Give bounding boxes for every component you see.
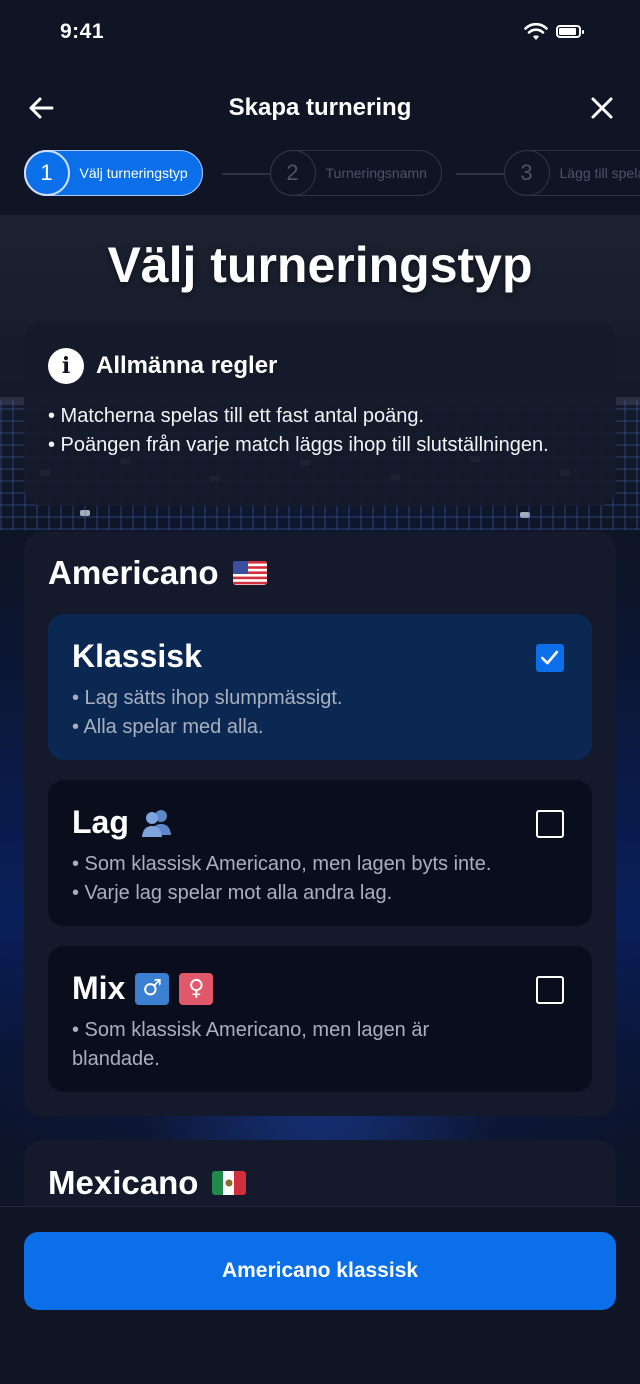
option-title: Lag	[72, 804, 129, 840]
option-title-row: Lag	[72, 804, 175, 841]
category-title: Mexicano	[48, 1164, 199, 1201]
americano-title-row: Americano	[48, 554, 267, 592]
option-desc-line: • Varje lag spelar mot alla andra lag.	[72, 882, 393, 904]
option-description: • Som klassisk Americano, men lagen byts…	[72, 850, 572, 908]
header: Skapa turnering	[0, 68, 640, 150]
mexicano-title-row: Mexicano	[48, 1164, 247, 1202]
mexico-flag-icon	[212, 1171, 247, 1195]
step-label: Välj turneringstyp	[79, 165, 188, 181]
option-description: • Lag sätts ihop slumpmässigt. • Alla sp…	[72, 684, 542, 742]
option-desc-line: • Som klassisk Americano, men lagen byts…	[72, 853, 492, 875]
rules-list: • Matcherna spelas till ett fast antal p…	[48, 402, 592, 460]
step-label: Turneringsnamn	[325, 165, 427, 181]
step-number: 1	[23, 150, 70, 196]
option-title: Klassisk	[72, 638, 202, 674]
section-heading: Välj turneringstyp	[107, 237, 533, 293]
option-lag[interactable]: Lag • Som klassisk Americano, men lagen …	[48, 780, 592, 926]
female-sign-icon: ♀	[179, 972, 214, 1005]
option-title: Mix	[72, 970, 126, 1006]
wifi-icon	[524, 22, 548, 40]
option-mix[interactable]: Mix ♂ ♀ • Som klassisk Americano, men la…	[48, 946, 592, 1092]
bottom-bar: Americano klassisk	[0, 1206, 640, 1384]
stepper: 1 Välj turneringstyp 2 Turneringsnamn 3 …	[0, 148, 640, 214]
battery-icon	[556, 25, 584, 38]
us-flag-icon	[232, 561, 267, 585]
rules-line: • Poängen från varje match läggs ihop ti…	[48, 434, 549, 456]
step-number: 3	[503, 150, 550, 196]
option-desc-line: • Som klassisk Americano, men lagen är b…	[72, 1019, 430, 1070]
option-klassisk[interactable]: Klassisk • Lag sätts ihop slumpmässigt. …	[48, 614, 592, 760]
option-description: • Som klassisk Americano, men lagen är b…	[72, 1016, 512, 1074]
step-number: 2	[269, 150, 316, 196]
close-icon[interactable]	[584, 90, 620, 126]
category-title: Americano	[48, 554, 219, 591]
step-label: Lägg till spelare	[559, 165, 640, 181]
page-title: Skapa turnering	[228, 94, 412, 121]
checkbox-empty-icon[interactable]	[536, 976, 564, 1004]
step-connector	[222, 173, 270, 175]
option-desc-line: • Lag sätts ihop slumpmässigt.	[72, 687, 343, 709]
male-sign-icon: ♂	[135, 972, 170, 1005]
continue-button[interactable]: Americano klassisk	[24, 1232, 616, 1310]
americano-card: Americano Klassisk • Lag sätts ihop slum…	[24, 532, 616, 1116]
status-bar: 9:41	[0, 0, 640, 68]
info-icon: i	[48, 348, 84, 384]
people-icon	[141, 809, 171, 837]
checkbox-empty-icon[interactable]	[536, 810, 564, 838]
rules-title: Allmänna regler	[96, 352, 278, 379]
rules-line: • Matcherna spelas till ett fast antal p…	[48, 405, 425, 427]
option-title-row: Mix ♂ ♀	[72, 970, 214, 1007]
screen: 9:41 Skapa turnering 1 Välj turneringsty…	[0, 0, 640, 1384]
status-time: 9:41	[60, 20, 105, 43]
step-connector	[456, 173, 504, 175]
option-desc-line: • Alla spelar med alla.	[72, 716, 264, 738]
step-3[interactable]: 3 Lägg till spelare	[503, 150, 640, 196]
checkbox-checked-icon[interactable]	[536, 644, 564, 672]
rules-card: i Allmänna regler • Matcherna spelas til…	[24, 322, 616, 506]
step-2[interactable]: 2 Turneringsnamn	[269, 150, 442, 196]
step-1[interactable]: 1 Välj turneringstyp	[23, 150, 203, 196]
